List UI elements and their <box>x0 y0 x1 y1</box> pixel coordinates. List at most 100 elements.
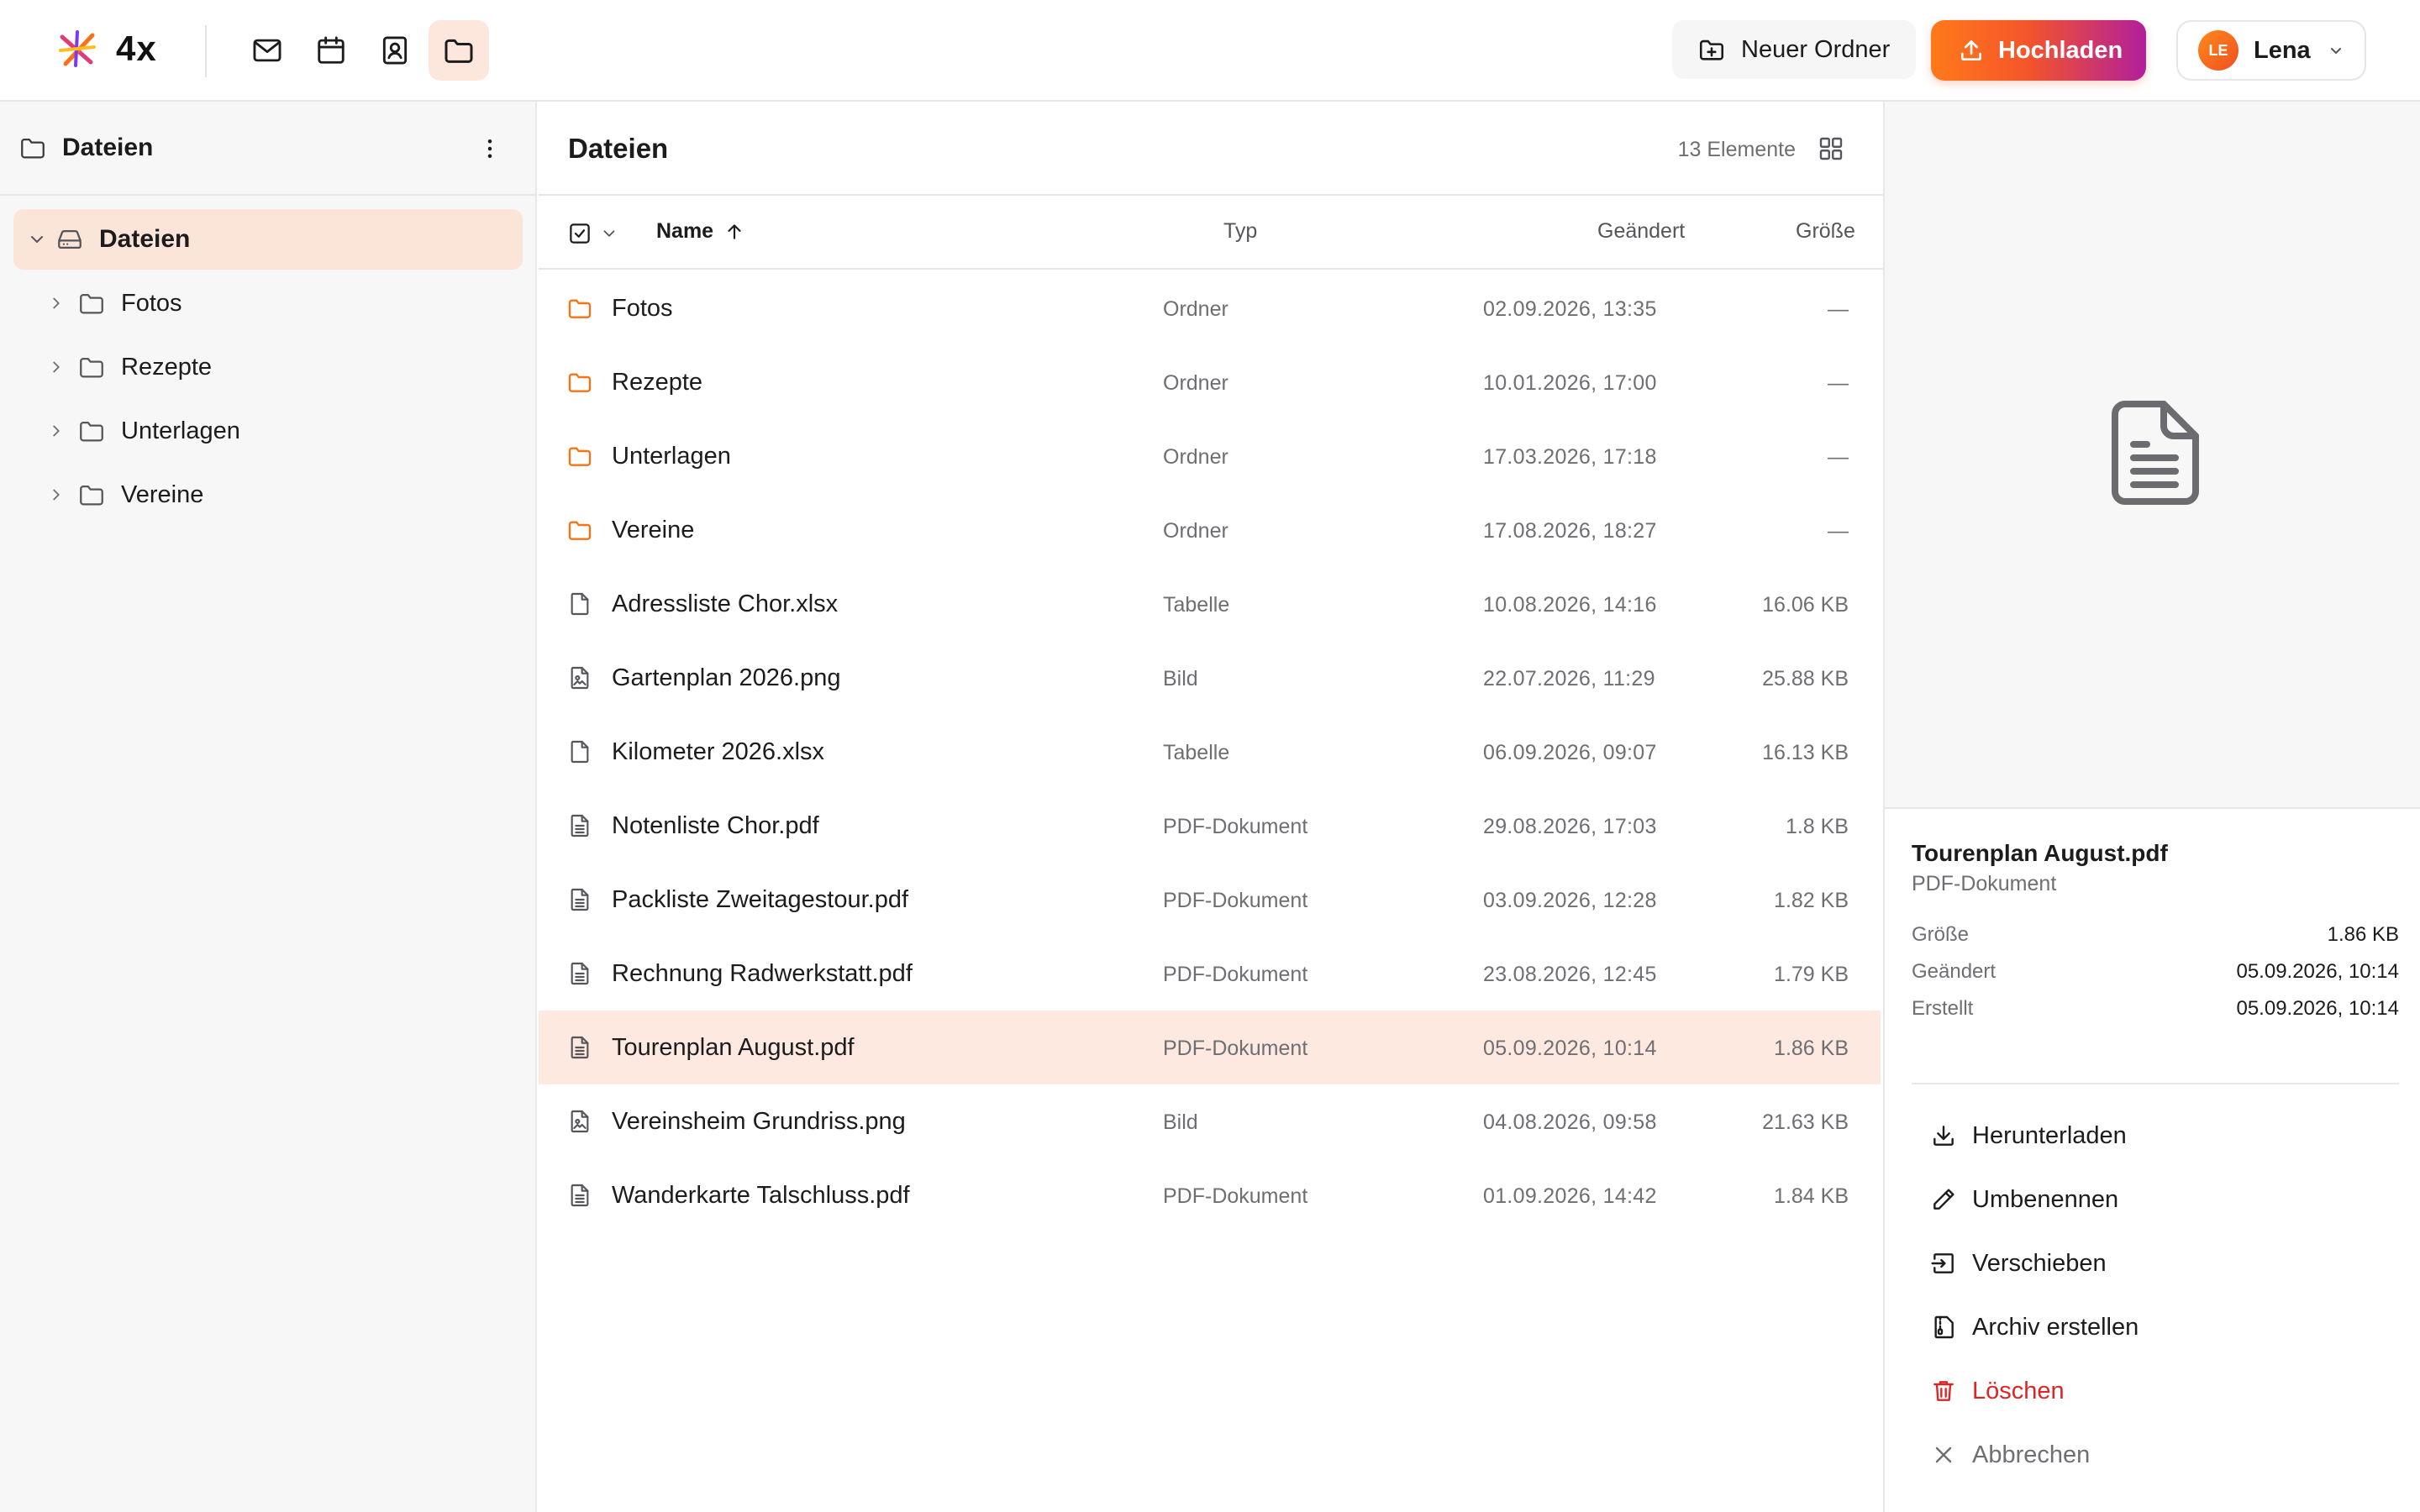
upload-button[interactable]: Hochladen <box>1931 20 2146 81</box>
upload-label: Hochladen <box>1998 36 2123 64</box>
download-label: Herunterladen <box>1972 1121 2127 1149</box>
row-modified: 10.01.2026, 17:00 <box>1483 371 1657 395</box>
sidebar-item-rezepte[interactable]: Rezepte <box>47 342 212 392</box>
column-type-header[interactable]: Typ <box>1223 219 1257 244</box>
user-name: Lena <box>2254 36 2311 64</box>
meta-key: Geändert <box>1912 960 1996 983</box>
new-folder-label: Neuer Ordner <box>1741 35 1891 63</box>
move-label: Verschieben <box>1972 1249 2107 1277</box>
sidebar-item-unterlagen[interactable]: Unterlagen <box>47 406 240 456</box>
file-list-header: Dateien 13 Elemente <box>539 102 1883 196</box>
row-type: Tabelle <box>1163 741 1230 764</box>
delete-label: Löschen <box>1972 1377 2065 1404</box>
folder-icon <box>80 421 103 442</box>
table-row[interactable]: Adressliste Chor.xlsx Tabelle 10.08.2026, … <box>539 567 1881 641</box>
row-modified: 10.08.2026, 14:16 <box>1483 593 1657 617</box>
table-row[interactable]: Unterlagen Ordner 17.03.2026, 17:18 — <box>539 419 1881 493</box>
row-size: 16.06 KB <box>1762 593 1849 617</box>
folder-icon <box>21 138 45 159</box>
table-row[interactable]: Packliste Zweitagestour.pdf PDF-Dokument 0… <box>539 863 1881 937</box>
column-modified-header[interactable]: Geändert <box>1597 219 1685 244</box>
row-modified: 02.09.2026, 13:35 <box>1483 297 1657 321</box>
row-size: 21.63 KB <box>1762 1110 1849 1134</box>
chevron-right-icon <box>53 489 60 501</box>
table-row[interactable]: Vereinsheim Grundriss.png Bild 04.08.2026,… <box>539 1084 1881 1158</box>
sidebar-item-fotos[interactable]: Fotos <box>47 278 182 328</box>
table-row[interactable]: Kilometer 2026.xlsx Tabelle 06.09.2026, 09… <box>539 715 1881 789</box>
folder-icon <box>566 295 593 322</box>
user-menu-button[interactable]: LE Lena <box>2176 20 2366 81</box>
row-name: Kilometer 2026.xlsx <box>612 738 825 765</box>
app-calendar-button[interactable] <box>301 20 361 81</box>
delete-button[interactable]: Löschen <box>1930 1370 2065 1412</box>
table-row[interactable]: Gartenplan 2026.png Bild 22.07.2026, 11:29… <box>539 641 1881 715</box>
file-list-panel: Dateien 13 Elemente Name Typ Geändert Gr… <box>539 102 1883 1512</box>
row-size: 1.79 KB <box>1774 963 1849 986</box>
row-name: Tourenplan August.pdf <box>612 1034 855 1061</box>
detail-meta-modified: Geändert 05.09.2026, 10:14 <box>1912 958 2399 985</box>
table-row[interactable]: Vereine Ordner 17.08.2026, 18:27 — <box>539 493 1881 567</box>
table-row[interactable]: Wanderkarte Talschluss.pdf PDF-Dokument 01… <box>539 1158 1881 1232</box>
row-size: 16.13 KB <box>1762 741 1849 764</box>
rename-button[interactable]: Umbenennen <box>1930 1179 2118 1221</box>
document-icon <box>566 1182 593 1209</box>
app-logo-icon <box>59 30 96 67</box>
row-modified: 22.07.2026, 11:29 <box>1483 667 1655 690</box>
app-files-button[interactable] <box>429 20 489 81</box>
move-button[interactable]: Verschieben <box>1930 1242 2107 1284</box>
sidebar-item-label: Rezepte <box>121 353 213 381</box>
more-vertical-icon <box>487 139 492 158</box>
sidebar-menu-button[interactable] <box>475 134 505 164</box>
grid-view-button[interactable] <box>1816 134 1846 164</box>
cancel-button[interactable]: Abbrechen <box>1930 1434 2090 1476</box>
row-type: PDF-Dokument <box>1163 963 1308 986</box>
document-icon <box>566 1034 593 1061</box>
document-icon <box>2112 401 2199 505</box>
select-all-checkbox[interactable] <box>567 221 592 246</box>
row-modified: 23.08.2026, 12:45 <box>1483 963 1657 986</box>
new-folder-button[interactable]: Neuer Ordner <box>1672 20 1916 79</box>
sidebar-item-vereine[interactable]: Vereine <box>47 470 203 520</box>
table-row[interactable]: Notenliste Chor.pdf PDF-Dokument 29.08.202… <box>539 789 1881 863</box>
row-name: Gartenplan 2026.png <box>612 664 841 691</box>
column-size-header[interactable]: Größe <box>1796 219 1855 244</box>
detail-file-name: Tourenplan August.pdf <box>1912 840 2168 866</box>
image-file-icon <box>566 1108 593 1135</box>
create-archive-button[interactable]: Archiv erstellen <box>1930 1306 2139 1348</box>
column-name-label: Name <box>656 219 714 243</box>
divider <box>1912 1083 2399 1084</box>
table-row[interactable]: Fotos Ordner 02.09.2026, 13:35 — <box>539 271 1881 345</box>
table-row[interactable]: Rechnung Radwerkstatt.pdf PDF-Dokument 23.… <box>539 937 1881 1011</box>
app-contacts-button[interactable] <box>365 20 425 81</box>
row-name: Unterlagen <box>612 443 731 470</box>
folder-icon <box>80 293 103 314</box>
close-icon <box>1935 1446 1952 1463</box>
row-modified: 01.09.2026, 14:42 <box>1483 1184 1657 1208</box>
tree-root-label: Dateien <box>99 225 191 253</box>
chevron-right-icon <box>53 297 60 309</box>
sort-by-name-button[interactable]: Name <box>656 219 745 244</box>
grid-icon <box>1819 137 1843 160</box>
sidebar-item-label: Vereine <box>121 480 204 508</box>
row-modified: 17.03.2026, 17:18 <box>1483 445 1657 469</box>
app-mail-button[interactable] <box>237 20 297 81</box>
row-size: — <box>1828 519 1849 543</box>
row-modified: 03.09.2026, 12:28 <box>1483 889 1657 912</box>
chevron-down-icon[interactable] <box>600 224 618 243</box>
table-row[interactable]: Rezepte Ordner 10.01.2026, 17:00 — <box>539 345 1881 419</box>
chevron-down-icon <box>2330 48 2341 54</box>
row-name: Vereine <box>612 517 695 543</box>
row-name: Vereinsheim Grundriss.png <box>612 1108 906 1135</box>
row-size: — <box>1828 371 1849 395</box>
row-type: Bild <box>1163 667 1198 690</box>
rename-label: Umbenennen <box>1972 1185 2119 1213</box>
row-size: 1.82 KB <box>1774 889 1849 912</box>
folder-icon <box>445 39 473 63</box>
document-icon <box>566 812 593 839</box>
archive-file-icon <box>1934 1315 1954 1339</box>
download-button[interactable]: Herunterladen <box>1930 1115 2127 1157</box>
page-title: Dateien <box>568 133 669 164</box>
tree-root-dateien[interactable]: Dateien <box>13 209 523 270</box>
column-header-row: Name Typ Geändert Größe <box>539 196 1883 270</box>
table-row[interactable]: Tourenplan August.pdf PDF-Dokument 05.09.2… <box>539 1011 1881 1084</box>
